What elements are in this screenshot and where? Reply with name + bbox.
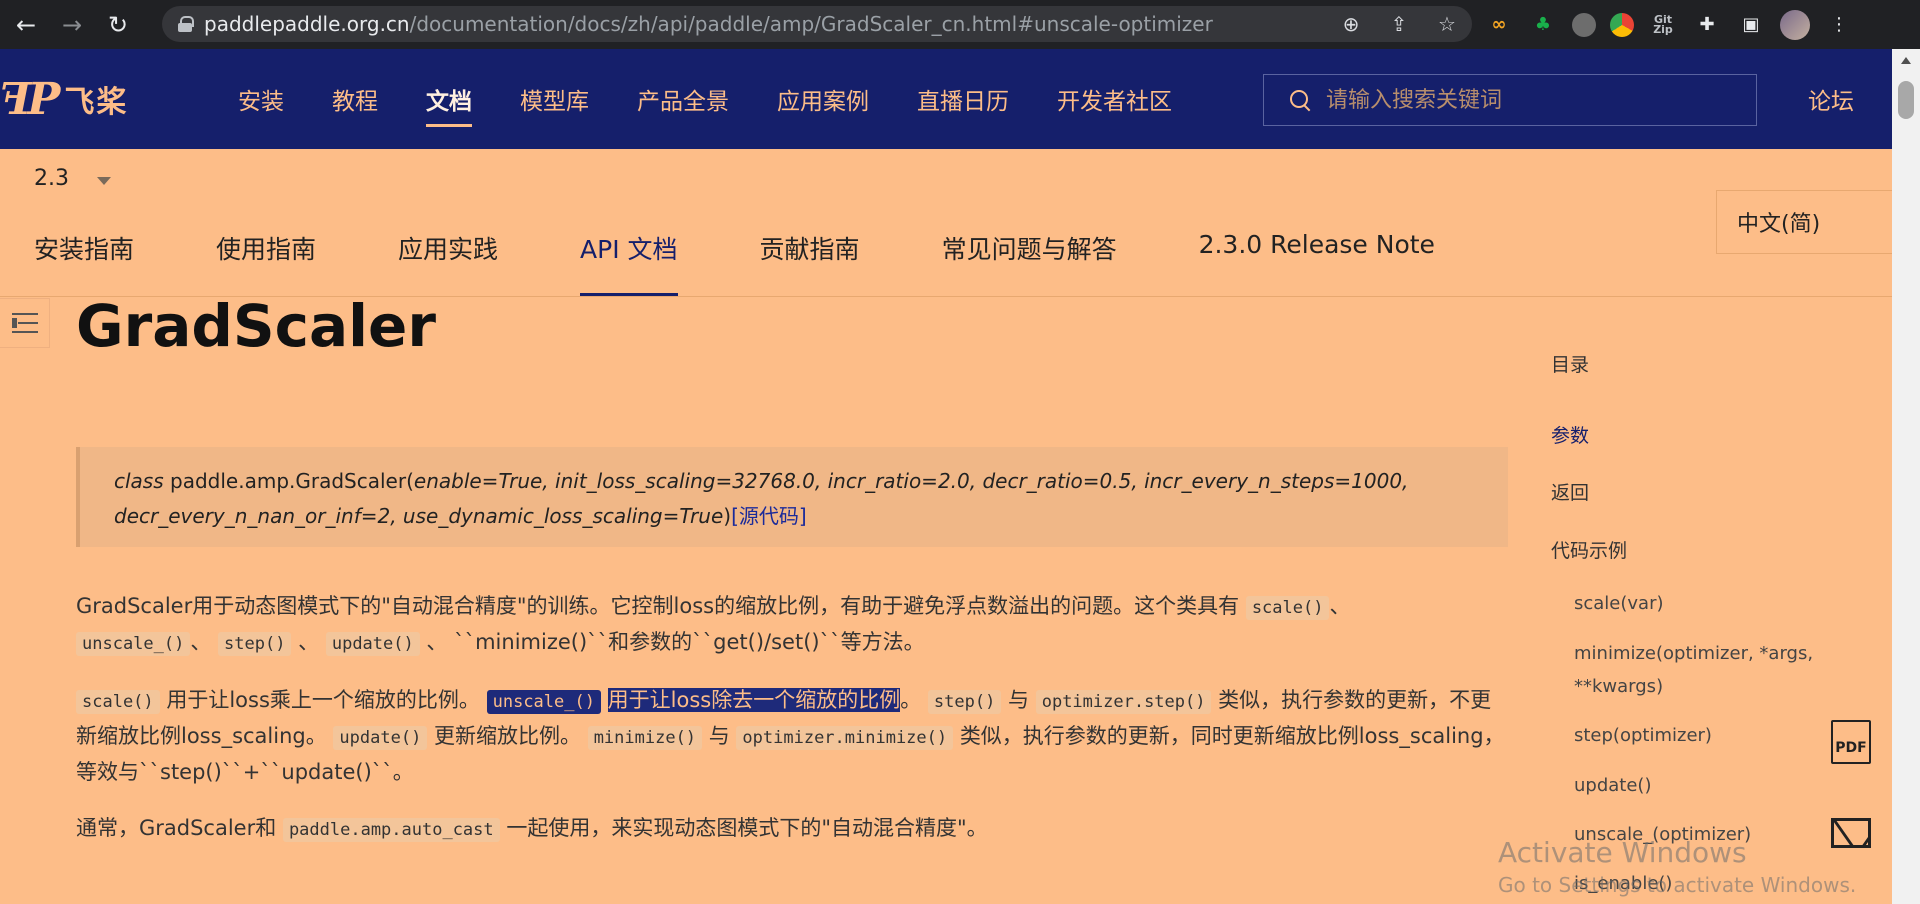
toc-item-params[interactable]: 参数 bbox=[1551, 421, 1589, 448]
search-icon[interactable] bbox=[1290, 90, 1310, 110]
toc-item-returns[interactable]: 返回 bbox=[1551, 478, 1589, 505]
signature-params-line1: enable=True, init_loss_scaling=32768.0, … bbox=[413, 469, 1409, 493]
nav-tutorial[interactable]: 教程 bbox=[332, 49, 378, 149]
toc-item-examples[interactable]: 代码示例 bbox=[1551, 536, 1627, 563]
version-select[interactable]: 2.3 bbox=[34, 166, 111, 191]
signature-params-line2: decr_every_n_nan_or_inf=2, use_dynamic_l… bbox=[114, 504, 724, 528]
toc-subitem-update[interactable]: update() bbox=[1574, 775, 1651, 796]
color-extension-icon[interactable] bbox=[1610, 12, 1634, 37]
toc-subitem-minimize[interactable]: minimize(optimizer, *args, bbox=[1574, 643, 1813, 664]
subnav-contribute[interactable]: 贡献指南 bbox=[760, 230, 860, 296]
code-scale: scale() bbox=[1245, 596, 1330, 620]
extensions-puzzle-icon[interactable]: ✚ bbox=[1692, 10, 1722, 40]
nav-models[interactable]: 模型库 bbox=[520, 49, 589, 149]
code-update: update() bbox=[325, 632, 420, 656]
search-input[interactable] bbox=[1326, 87, 1726, 113]
source-code-link[interactable]: [源代码] bbox=[731, 504, 807, 528]
pdf-icon: PDF bbox=[1831, 720, 1871, 764]
page-title: GradScaler bbox=[76, 292, 436, 360]
forward-icon[interactable]: → bbox=[52, 5, 92, 45]
page-scrollbar[interactable] bbox=[1892, 49, 1920, 904]
code-unscale: unscale_() bbox=[76, 632, 191, 656]
code-auto-cast: paddle.amp.auto_cast bbox=[282, 818, 500, 842]
gitzip-extension-icon[interactable]: Git Zip bbox=[1648, 10, 1678, 40]
paddle-logo-mark: ꟻP bbox=[0, 73, 60, 125]
subnav-install-guide[interactable]: 安装指南 bbox=[34, 230, 134, 296]
lock-icon[interactable] bbox=[178, 16, 194, 32]
sidebar-toggle-button[interactable] bbox=[0, 298, 50, 348]
site-header: ꟻP 飞桨 安装 教程 文档 模型库 产品全景 应用案例 直播日历 开发者社区 … bbox=[0, 49, 1892, 149]
description-paragraph-2: scale() 用于让loss乘上一个缩放的比例。 unscale_() 用于让… bbox=[76, 688, 1505, 784]
reload-icon[interactable]: ↻ bbox=[98, 5, 138, 45]
nav-cases[interactable]: 应用案例 bbox=[777, 49, 869, 149]
subnav-api-docs[interactable]: API 文档 bbox=[580, 230, 678, 296]
share-icon[interactable]: ⇪ bbox=[1386, 12, 1412, 36]
class-signature: class paddle.amp.GradScaler(enable=True,… bbox=[76, 447, 1508, 547]
code-unscale-highlighted: unscale_() bbox=[486, 690, 601, 714]
windows-activation-watermark: Activate Windows Go to Settings to activ… bbox=[1498, 836, 1857, 897]
code-optimizer-minimize: optimizer.minimize() bbox=[736, 726, 954, 750]
forum-link[interactable]: 论坛 bbox=[1808, 49, 1854, 149]
subnav-user-guide[interactable]: 使用指南 bbox=[216, 230, 316, 296]
scroll-up-icon[interactable] bbox=[1901, 57, 1911, 64]
code-update: update() bbox=[333, 726, 428, 750]
code-step: step() bbox=[218, 632, 292, 656]
main-nav: 安装 教程 文档 模型库 产品全景 应用案例 直播日历 开发者社区 bbox=[238, 49, 1220, 149]
address-bar[interactable]: paddlepaddle.org.cn/documentation/docs/z… bbox=[162, 6, 1472, 42]
paddle-logo-text: 飞桨 bbox=[64, 85, 129, 120]
signature-name: paddle.amp.GradScaler bbox=[170, 469, 407, 493]
nav-docs[interactable]: 文档 bbox=[426, 49, 472, 149]
code-minimize: minimize() bbox=[587, 726, 703, 750]
subnav-faq[interactable]: 常见问题与解答 bbox=[942, 230, 1117, 296]
toc-subitem-minimize-cont[interactable]: **kwargs) bbox=[1574, 676, 1663, 697]
language-value: 中文(简) bbox=[1737, 212, 1821, 237]
toc-subitem-step[interactable]: step(optimizer) bbox=[1574, 725, 1712, 746]
zoom-icon[interactable]: ⊕ bbox=[1338, 12, 1364, 36]
nav-products[interactable]: 产品全景 bbox=[637, 49, 729, 149]
language-select[interactable]: 中文(简) bbox=[1716, 190, 1892, 254]
version-value: 2.3 bbox=[34, 166, 69, 191]
description-paragraph-3: 通常，GradScaler和 paddle.amp.auto_cast 一起使用… bbox=[76, 816, 988, 842]
table-of-contents: 目录 参数 返回 代码示例 scale(var) minimize(optimi… bbox=[1551, 350, 1813, 894]
bookmark-star-icon[interactable]: ☆ bbox=[1434, 12, 1460, 36]
nav-install[interactable]: 安装 bbox=[238, 49, 284, 149]
menu-collapse-icon bbox=[11, 313, 38, 333]
subnav-practice[interactable]: 应用实践 bbox=[398, 230, 498, 296]
privacy-extension-icon[interactable] bbox=[1572, 12, 1596, 37]
browser-menu-icon[interactable]: ⋮ bbox=[1824, 10, 1854, 40]
side-panel-icon[interactable]: ▣ bbox=[1736, 10, 1766, 40]
code-optimizer-step: optimizer.step() bbox=[1035, 690, 1212, 714]
pdf-download-button[interactable]: PDF bbox=[1812, 703, 1890, 781]
evernote-extension-icon[interactable]: ♣ bbox=[1528, 10, 1558, 40]
browser-toolbar: ← → ↻ paddlepaddle.org.cn/documentation/… bbox=[0, 0, 1920, 49]
infinity-extension-icon[interactable]: ∞ bbox=[1484, 10, 1514, 40]
profile-avatar[interactable] bbox=[1780, 9, 1810, 40]
caret-down-icon[interactable] bbox=[97, 176, 111, 185]
scroll-thumb[interactable] bbox=[1898, 81, 1914, 119]
doc-sub-nav: 安装指南 使用指南 应用实践 API 文档 贡献指南 常见问题与解答 2.3.0… bbox=[34, 230, 1517, 296]
subnav-release-note[interactable]: 2.3.0 Release Note bbox=[1199, 230, 1435, 296]
search-box[interactable] bbox=[1263, 74, 1757, 126]
nav-live[interactable]: 直播日历 bbox=[917, 49, 1009, 149]
url-text[interactable]: paddlepaddle.org.cn/documentation/docs/z… bbox=[204, 12, 1213, 36]
nav-community[interactable]: 开发者社区 bbox=[1057, 49, 1172, 149]
code-scale: scale() bbox=[76, 690, 160, 714]
description-paragraph-1: GradScaler用于动态图模式下的"自动混合精度"的训练。它控制loss的缩… bbox=[76, 594, 1351, 656]
signature-keyword: class bbox=[114, 469, 164, 493]
toc-title: 目录 bbox=[1551, 354, 1590, 376]
highlighted-text: 用于让loss除去一个缩放的比例 bbox=[607, 688, 901, 712]
toc-subitem-scale[interactable]: scale(var) bbox=[1574, 593, 1664, 614]
code-step: step() bbox=[927, 690, 1002, 714]
paddle-logo[interactable]: ꟻP 飞桨 bbox=[0, 71, 128, 127]
back-icon[interactable]: ← bbox=[6, 5, 46, 45]
